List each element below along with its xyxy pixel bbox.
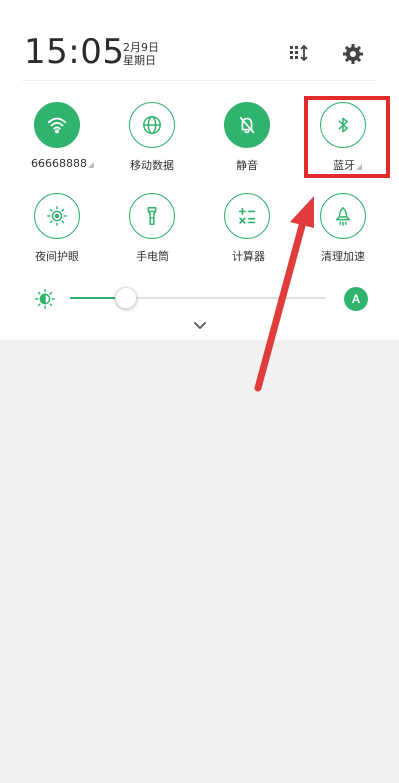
date-block: 2月9日 星期日 <box>123 41 159 67</box>
wifi-icon[interactable] <box>34 102 80 148</box>
chevron-down-icon[interactable] <box>190 318 210 334</box>
weekday-text: 星期日 <box>123 54 156 67</box>
eye-icon[interactable] <box>34 193 80 239</box>
more-indicator-icon <box>88 162 94 168</box>
highlight-box <box>304 96 390 178</box>
calculator-icon[interactable] <box>224 193 270 239</box>
bell-off-icon[interactable] <box>224 102 270 148</box>
brightness-slider-handle[interactable] <box>115 287 138 309</box>
tile-label: 计算器 <box>232 250 265 263</box>
header-divider <box>22 80 377 81</box>
tile-label: 66668888 <box>31 157 87 170</box>
clock-time: 15:05 <box>24 32 125 72</box>
date-text: 2月9日 <box>123 41 159 54</box>
gear-icon[interactable] <box>341 42 365 66</box>
auto-brightness-toggle[interactable]: A <box>344 287 368 311</box>
tile-label: 静音 <box>236 159 258 172</box>
tile-label: 手电筒 <box>136 250 169 263</box>
flashlight-icon[interactable] <box>129 193 175 239</box>
tile-label: 夜间护眼 <box>35 250 79 263</box>
tile-label: 清理加速 <box>321 250 365 263</box>
globe-icon[interactable] <box>129 102 175 148</box>
rocket-icon[interactable] <box>320 193 366 239</box>
brightness-slider[interactable] <box>70 297 326 299</box>
tile-label: 移动数据 <box>130 159 174 172</box>
brightness-icon <box>34 288 56 310</box>
grid-edit-icon[interactable] <box>287 42 311 66</box>
